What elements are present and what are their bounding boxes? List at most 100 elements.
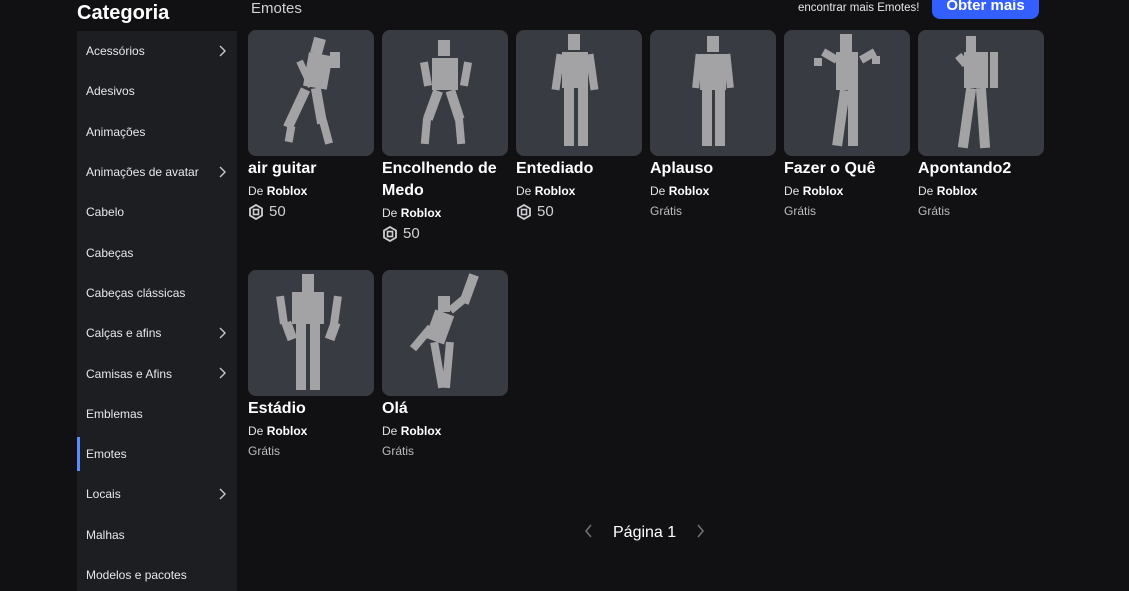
sidebar-item-11[interactable]: Locais <box>77 474 237 514</box>
sidebar-item-8[interactable]: Camisas e Afins <box>77 353 237 393</box>
item-name[interactable]: Encolhendo de Medo <box>382 158 508 202</box>
sidebar-item-label: Cabeças <box>86 245 134 260</box>
item-card[interactable]: Aplauso De Roblox Grátis <box>650 30 776 219</box>
item-card[interactable]: Estádio De Roblox Grátis <box>248 270 374 459</box>
item-free-label: Grátis <box>382 444 415 458</box>
item-card[interactable]: Olá De Roblox Grátis <box>382 270 508 459</box>
robux-icon <box>383 226 397 242</box>
sidebar-item-label: Camisas e Afins <box>86 366 173 381</box>
sidebar-item-label: Cabelo <box>86 205 125 220</box>
emote-figure-icon <box>276 274 342 390</box>
section-title: Emotes <box>251 0 302 17</box>
sidebar-item-label: Emotes <box>86 447 127 462</box>
sidebar-item-7[interactable]: Calças e afins <box>77 313 237 353</box>
creator-name[interactable]: Roblox <box>669 184 710 198</box>
item-card[interactable]: Encolhendo de Medo De Roblox 50 <box>382 30 508 244</box>
creator-name[interactable]: Roblox <box>401 206 442 220</box>
item-name[interactable]: Fazer o Quê <box>784 158 910 180</box>
item-thumbnail[interactable] <box>382 270 508 396</box>
page-label: Página 1 <box>613 524 677 541</box>
sidebar-item-label: Adesivos <box>86 84 135 99</box>
item-card[interactable]: Apontando2 De Roblox Grátis <box>918 30 1044 219</box>
chevron-right-icon <box>215 325 229 341</box>
sidebar-item-4[interactable]: Cabelo <box>77 192 237 232</box>
next-page-button[interactable] <box>694 523 706 544</box>
chevron-right-icon <box>697 523 705 538</box>
item-price: 50 <box>382 224 508 244</box>
item-creator: De Roblox <box>650 183 776 199</box>
sidebar-item-13[interactable]: Modelos e pacotes <box>77 555 237 591</box>
item-thumbnail[interactable] <box>918 30 1044 156</box>
sidebar-item-1[interactable]: Adesivos <box>77 71 237 111</box>
item-card[interactable]: air guitar De Roblox 50 <box>248 30 374 222</box>
sidebar-item-label: Cabeças clássicas <box>86 285 186 300</box>
emote-figure-icon <box>814 34 880 147</box>
item-name[interactable]: Aplauso <box>650 158 776 180</box>
sidebar-item-12[interactable]: Malhas <box>77 515 237 555</box>
emote-figure-icon <box>419 40 473 145</box>
price-value: 50 <box>403 225 420 242</box>
item-thumbnail[interactable] <box>248 30 374 156</box>
item-free-label: Grátis <box>784 204 817 218</box>
sidebar-item-6[interactable]: Cabeças clássicas <box>77 273 237 313</box>
robux-icon <box>517 204 531 220</box>
creator-prefix: De <box>382 424 398 438</box>
chevron-right-icon <box>215 164 229 180</box>
sidebar-item-label: Animações <box>86 124 146 139</box>
emote-figure-icon <box>692 36 734 146</box>
sidebar-item-0[interactable]: Acessórios <box>77 31 237 71</box>
sidebar-item-9[interactable]: Emblemas <box>77 394 237 434</box>
prev-page-button[interactable] <box>583 523 595 544</box>
item-name[interactable]: Estádio <box>248 398 374 420</box>
pagination: Página 1 <box>583 521 706 545</box>
creator-prefix: De <box>918 184 934 198</box>
creator-prefix: De <box>248 424 264 438</box>
item-creator: De Roblox <box>382 205 508 221</box>
get-more-button[interactable]: Obter mais <box>932 0 1039 19</box>
item-creator: De Roblox <box>784 183 910 199</box>
emote-figure-icon <box>955 36 998 149</box>
creator-prefix: De <box>382 206 398 220</box>
sidebar-item-label: Malhas <box>86 527 125 542</box>
sidebar-item-10[interactable]: Emotes <box>77 434 237 474</box>
item-name[interactable]: Entediado <box>516 158 642 180</box>
creator-name[interactable]: Roblox <box>937 184 978 198</box>
emote-figure-icon <box>551 34 599 146</box>
item-name[interactable]: Apontando2 <box>918 158 1044 180</box>
sidebar-item-5[interactable]: Cabeças <box>77 232 237 272</box>
chevron-right-icon <box>215 365 229 381</box>
category-sidebar: Acessórios Adesivos Animações Animações de … <box>77 31 237 591</box>
item-price: 50 <box>516 202 642 222</box>
item-thumbnail[interactable] <box>650 30 776 156</box>
creator-name[interactable]: Roblox <box>267 184 308 198</box>
creator-name[interactable]: Roblox <box>267 424 308 438</box>
creator-name[interactable]: Roblox <box>401 424 442 438</box>
item-creator: De Roblox <box>248 183 374 199</box>
sidebar-item-label: Acessórios <box>86 44 145 59</box>
item-card[interactable]: Entediado De Roblox 50 <box>516 30 642 222</box>
sidebar-item-label: Calças e afins <box>86 326 162 341</box>
item-name[interactable]: Olá <box>382 398 508 420</box>
item-free-label: Grátis <box>918 204 951 218</box>
emote-figure-icon <box>283 36 340 145</box>
creator-name[interactable]: Roblox <box>803 184 844 198</box>
chevron-left-icon <box>584 523 592 538</box>
item-thumbnail[interactable] <box>382 30 508 156</box>
creator-name[interactable]: Roblox <box>535 184 576 198</box>
item-creator: De Roblox <box>382 423 508 439</box>
promo-text: encontrar mais Emotes! <box>798 2 920 14</box>
sidebar-item-2[interactable]: Animações <box>77 112 237 152</box>
item-card[interactable]: Fazer o Quê De Roblox Grátis <box>784 30 910 219</box>
item-thumbnail[interactable] <box>516 30 642 156</box>
item-free-label: Grátis <box>248 444 281 458</box>
item-price: 50 <box>248 202 374 222</box>
item-name[interactable]: air guitar <box>248 158 374 180</box>
item-creator: De Roblox <box>248 423 374 439</box>
creator-prefix: De <box>516 184 532 198</box>
sidebar-item-label: Locais <box>86 487 121 502</box>
sidebar-item-label: Animações de avatar <box>86 165 199 180</box>
item-thumbnail[interactable] <box>248 270 374 396</box>
item-thumbnail[interactable] <box>784 30 910 156</box>
item-free-label: Grátis <box>650 204 683 218</box>
sidebar-item-3[interactable]: Animações de avatar <box>77 152 237 192</box>
